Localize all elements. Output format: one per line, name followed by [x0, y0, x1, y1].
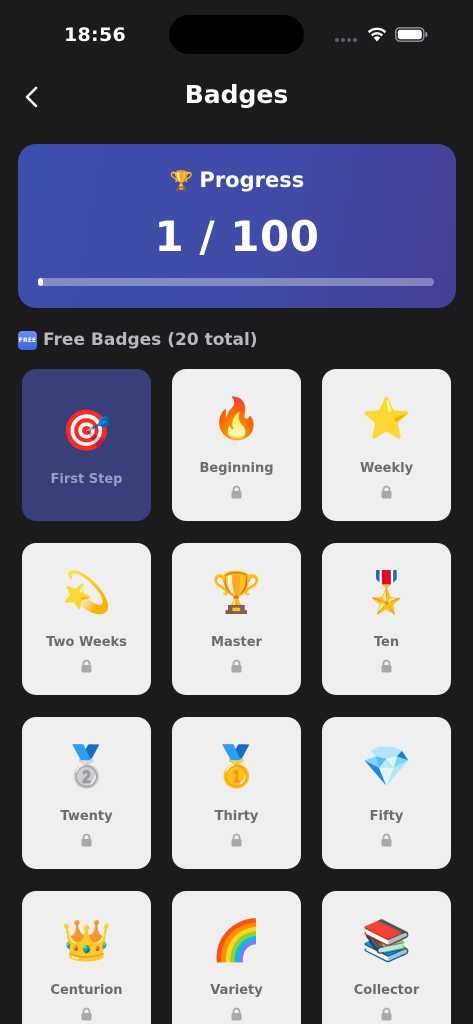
lock-icon [231, 659, 242, 673]
progress-heading: 🏆 Progress [18, 168, 456, 192]
badge-card-centurion[interactable]: 👑 Centurion [22, 891, 151, 1024]
lock-icon [81, 659, 92, 673]
badge-emoji-icon: 🔥 [211, 396, 262, 442]
badge-emoji-icon: 📚 [361, 918, 412, 964]
badge-emoji-icon: ⭐ [361, 396, 412, 442]
badge-card-fifty[interactable]: 💎 Fifty [322, 717, 451, 869]
progress-bar [38, 278, 434, 286]
badge-label: Fifty [369, 809, 404, 824]
badge-emoji-icon: 💎 [361, 744, 412, 790]
lock-icon [381, 659, 392, 673]
battery-icon [395, 27, 428, 42]
badge-label: Thirty [214, 809, 259, 824]
dynamic-island [169, 15, 304, 54]
badge-label: Twenty [60, 809, 113, 824]
badge-label: Variety [210, 983, 263, 998]
badge-label: Weekly [359, 461, 414, 476]
status-time: 18:56 [64, 24, 126, 46]
badge-label: First Step [50, 472, 123, 487]
progress-bar-fill [38, 278, 43, 286]
badge-card-first-step[interactable]: 🎯 First Step [22, 369, 151, 521]
badge-card-thirty[interactable]: 🥇 Thirty [172, 717, 301, 869]
lock-icon [231, 1007, 242, 1021]
status-bar: 18:56 [0, 0, 473, 70]
badge-card-weekly[interactable]: ⭐ Weekly [322, 369, 451, 521]
progress-count: 1 / 100 [154, 212, 320, 261]
progress-heading-label: Progress [199, 168, 305, 192]
badge-emoji-icon: 👑 [61, 918, 112, 964]
section-title: Free Badges (20 total) [43, 330, 258, 350]
badge-label: Two Weeks [46, 635, 127, 650]
badge-card-collector[interactable]: 📚 Collector [322, 891, 451, 1024]
lock-icon [231, 833, 242, 847]
badge-card-master[interactable]: 🏆 Master [172, 543, 301, 695]
lock-icon [81, 1007, 92, 1021]
free-icon: FREE [18, 330, 37, 350]
lock-icon [381, 485, 392, 499]
badge-emoji-icon: 🎖️ [361, 570, 412, 616]
progress-card: 🏆 Progress 1 / 100 [18, 144, 456, 308]
badge-card-two-weeks[interactable]: 💫 Two Weeks [22, 543, 151, 695]
lock-icon [81, 833, 92, 847]
lock-icon [381, 833, 392, 847]
badge-emoji-icon: 🏆 [211, 570, 262, 616]
badge-card-ten[interactable]: 🎖️ Ten [322, 543, 451, 695]
page-title: Badges [184, 80, 289, 109]
badge-emoji-icon: 🥇 [211, 744, 262, 790]
badge-label: Master [211, 635, 262, 650]
badge-emoji-icon: 🎯 [61, 408, 112, 454]
lock-icon [231, 485, 242, 499]
free-badges-section-header: FREE Free Badges (20 total) [18, 328, 258, 352]
badge-emoji-icon: 💫 [61, 570, 112, 616]
trophy-icon: 🏆 [169, 170, 194, 192]
badge-label: Ten [373, 635, 400, 650]
badge-emoji-icon: 🥈 [61, 744, 112, 790]
badge-card-beginning[interactable]: 🔥 Beginning [172, 369, 301, 521]
badges-screen: 18:56 Badges 🏆 Progress 1 / 100 FREE Fre… [0, 0, 473, 1024]
badge-label: Collector [353, 983, 420, 998]
badge-label: Beginning [199, 461, 274, 476]
cellular-signal-icon [335, 38, 359, 42]
badge-card-variety[interactable]: 🌈 Variety [172, 891, 301, 1024]
badge-label: Centurion [50, 983, 123, 998]
badge-emoji-icon: 🌈 [211, 918, 262, 964]
badge-card-twenty[interactable]: 🥈 Twenty [22, 717, 151, 869]
wifi-icon [367, 27, 387, 42]
lock-icon [381, 1007, 392, 1021]
